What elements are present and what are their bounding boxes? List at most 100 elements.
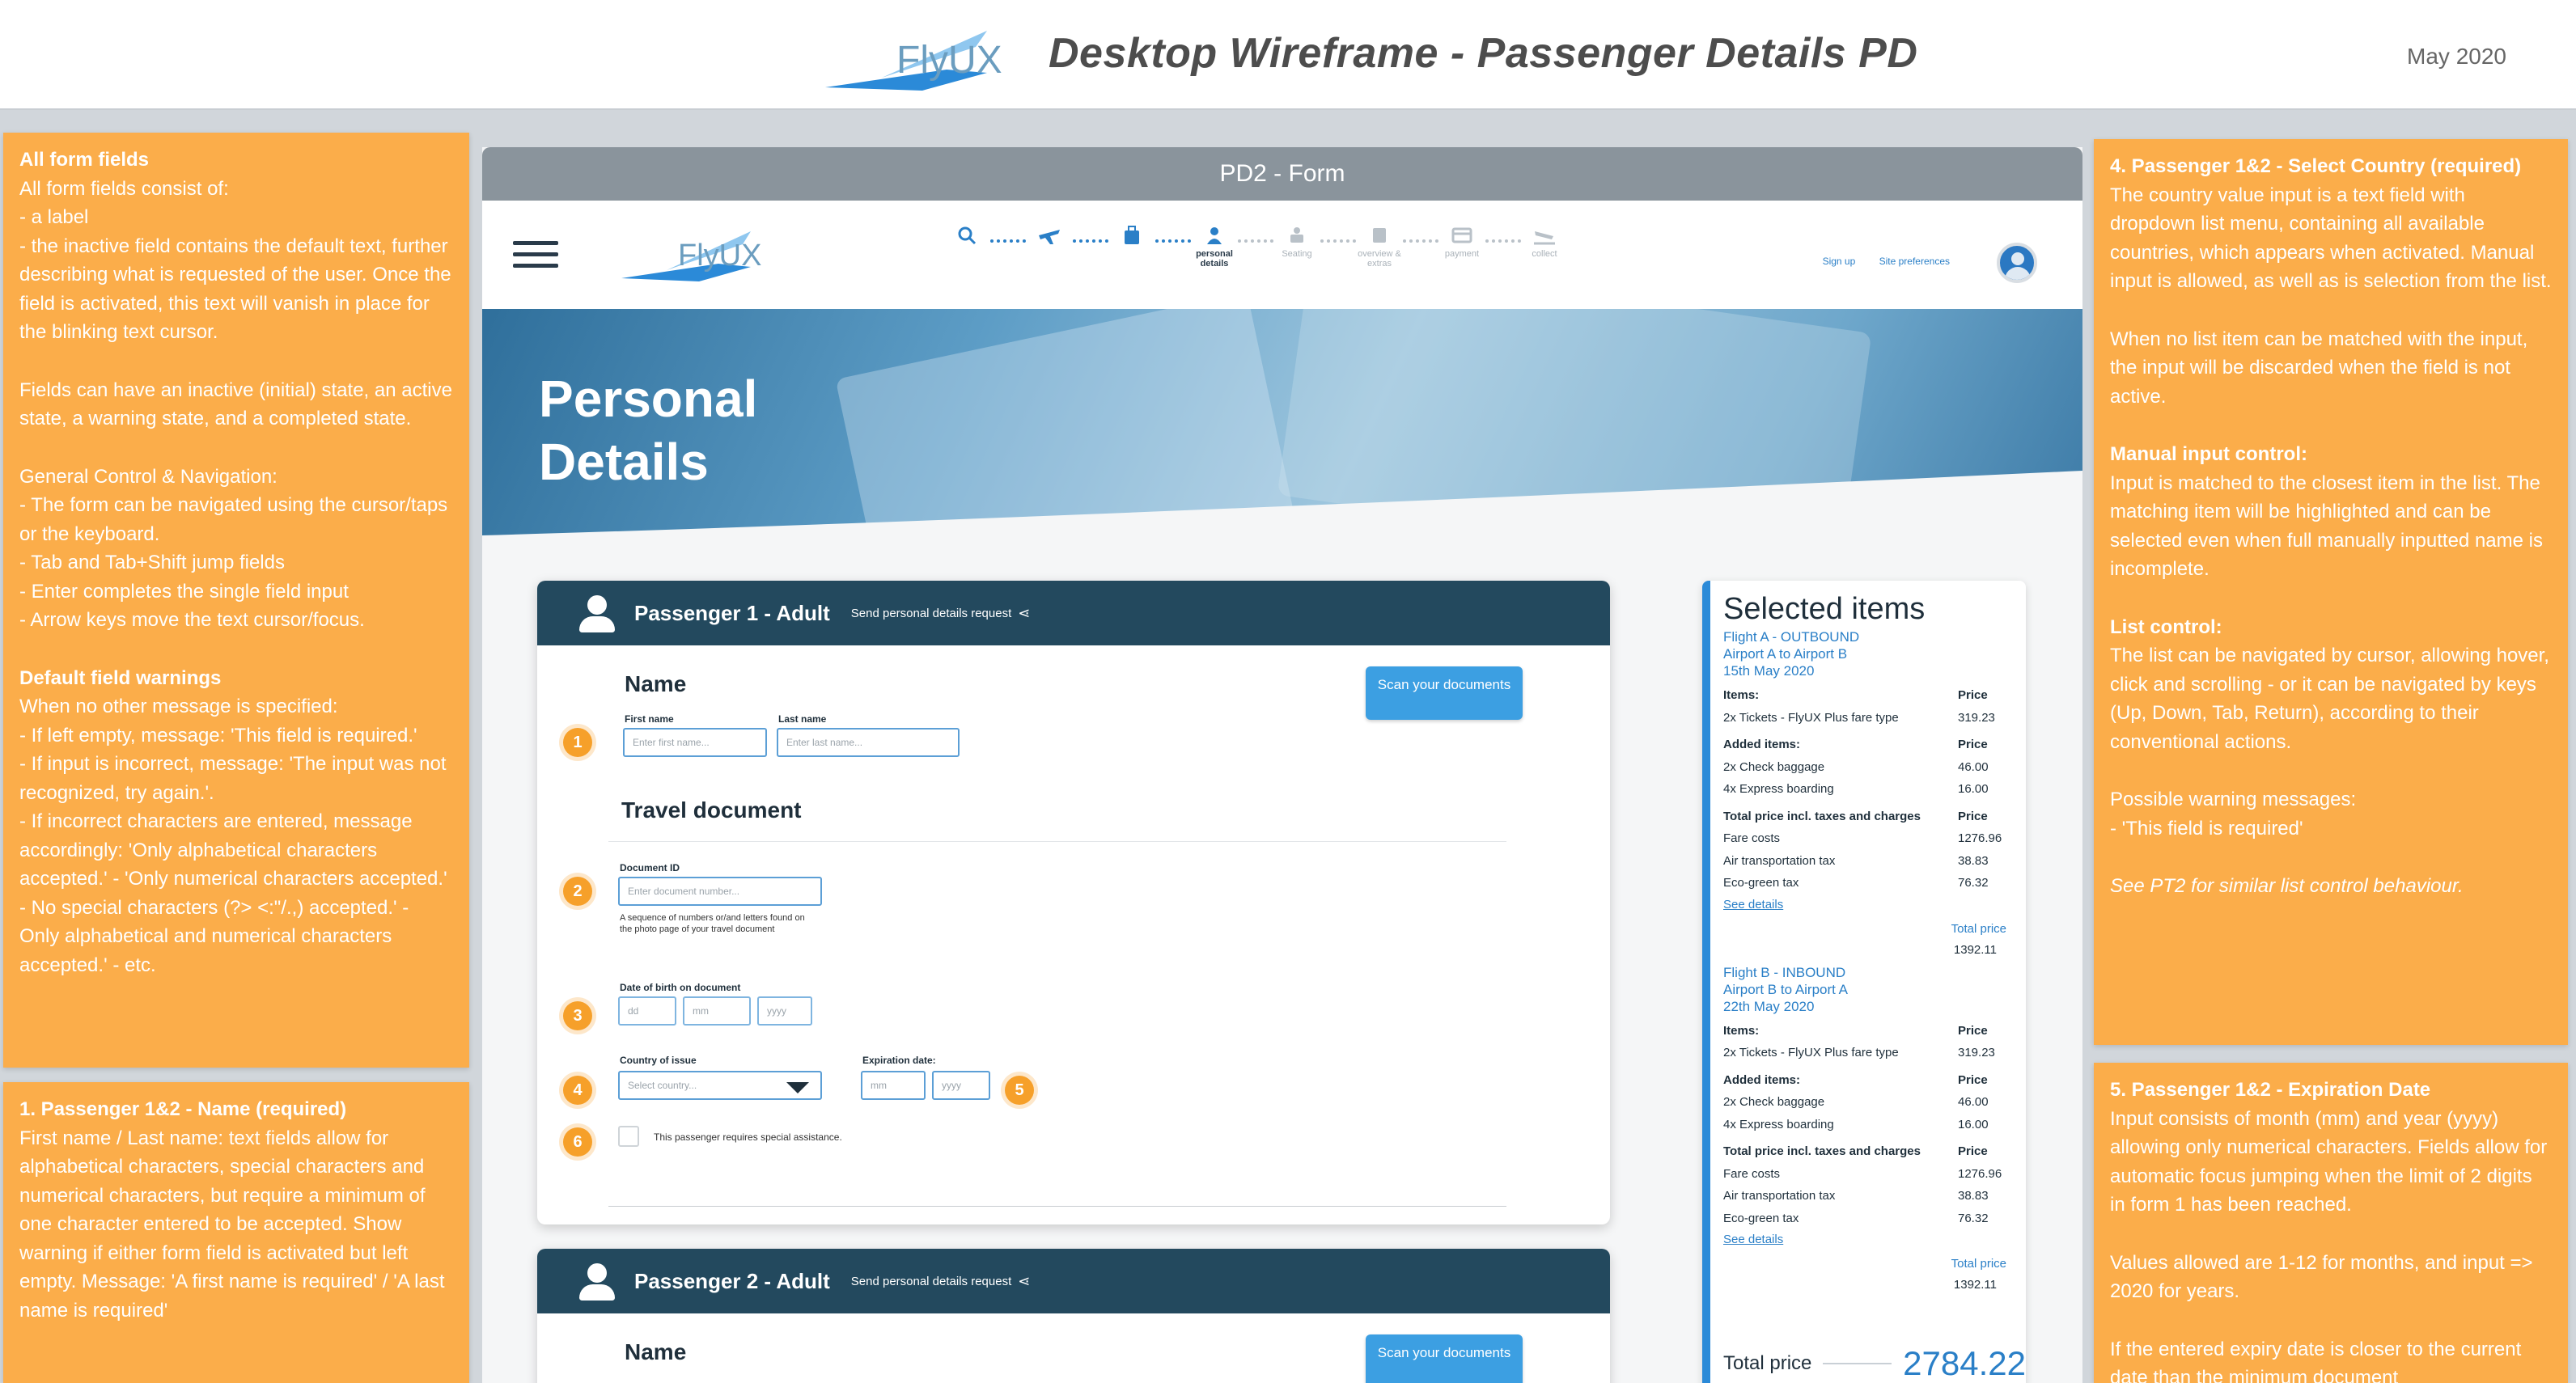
- sign-up-link[interactable]: Sign up: [1823, 256, 1856, 267]
- total-label: Total price incl. taxes and charges: [1723, 1144, 1921, 1158]
- note-text: Possible warning messages: - 'This field…: [2110, 789, 2357, 840]
- note-passenger-name: 1. Passenger 1&2 - Name (required) First…: [3, 1082, 469, 1383]
- step-personal-details[interactable]: personal details: [1191, 225, 1238, 269]
- item-price: 1276.96: [1958, 1166, 2002, 1181]
- subtotal-value: 1392.11: [1953, 1278, 1997, 1292]
- document-id-label: Document ID: [620, 862, 680, 873]
- first-name-input[interactable]: Enter first name...: [623, 728, 767, 757]
- country-placeholder: Select country...: [628, 1080, 697, 1091]
- divider: [1823, 1363, 1892, 1364]
- expiration-year-input[interactable]: yyyy: [932, 1071, 990, 1100]
- annotation-badge-3: 3: [563, 1001, 592, 1030]
- step-overview[interactable]: overview & extras: [1356, 225, 1403, 269]
- passenger-title: Passenger 1 - Adult: [634, 600, 830, 625]
- step-flight[interactable]: [1026, 225, 1073, 246]
- item-name: Fare costs: [1723, 831, 1781, 845]
- flight-summary-outbound: Flight A - OUTBOUND Airport A to Airport…: [1723, 628, 2010, 961]
- see-details-link[interactable]: See details: [1723, 895, 2010, 916]
- annotation-badge-2: 2: [563, 877, 592, 906]
- note-text: General Control & Navigation: - The form…: [19, 465, 448, 632]
- step-label: personal details: [1196, 249, 1233, 269]
- country-select[interactable]: Select country...: [618, 1071, 822, 1100]
- last-name-label: Last name: [778, 713, 827, 725]
- step-label: Seating: [1282, 249, 1312, 259]
- item-name: Air transportation tax: [1723, 853, 1836, 868]
- send-details-request-link[interactable]: Send personal details request: [851, 1275, 1011, 1288]
- item-name: Eco-green tax: [1723, 1211, 1799, 1225]
- step-luggage[interactable]: [1108, 225, 1155, 246]
- luggage-icon: [1125, 226, 1139, 244]
- flight-route: Airport A to Airport B: [1723, 646, 1848, 662]
- send-details-request-link[interactable]: Send personal details request: [851, 607, 1011, 620]
- item-price: 46.00: [1958, 1095, 1989, 1109]
- grand-total-label: Total price: [1723, 1352, 1812, 1374]
- scan-documents-button[interactable]: Scan your documents: [1366, 1334, 1523, 1383]
- flyux-logo: FlyUX: [825, 31, 1002, 91]
- dob-month-input[interactable]: mm: [683, 996, 751, 1026]
- note-select-country: 4. Passenger 1&2 - Select Country (requi…: [2094, 139, 2568, 1045]
- note-heading: 1. Passenger 1&2 - Name (required): [19, 1098, 347, 1120]
- line-item: Eco-green tax 76.32: [1723, 872, 2010, 895]
- price-label: Price: [1958, 1144, 1988, 1158]
- card-icon: [1451, 227, 1472, 243]
- item-price: 76.32: [1958, 1211, 1989, 1225]
- document-id-hint: A sequence of numbers or/and letters fou…: [620, 913, 805, 934]
- scan-documents-button[interactable]: Scan your documents: [1366, 666, 1523, 720]
- share-icon[interactable]: ⋖: [1018, 605, 1030, 622]
- user-avatar-icon[interactable]: [1997, 243, 2037, 283]
- dob-day-input[interactable]: dd: [618, 996, 676, 1026]
- step-collect[interactable]: collect: [1521, 225, 1568, 259]
- item-price: 319.23: [1958, 710, 1995, 725]
- note-heading: 5. Passenger 1&2 - Expiration Date: [2110, 1079, 2431, 1101]
- line-item: 4x Express boarding 16.00: [1723, 1114, 2010, 1136]
- note-all-form-fields: All form fields All form fields consist …: [3, 133, 469, 1068]
- line-item: 2x Tickets - FlyUX Plus fare type 319.23: [1723, 1042, 2010, 1064]
- items-label: Items:: [1723, 1023, 1760, 1038]
- document-id-input[interactable]: Enter document number...: [618, 877, 822, 906]
- progress-dots: [1073, 239, 1108, 243]
- hamburger-menu-icon[interactable]: [513, 241, 558, 269]
- annotation-badge-4: 4: [563, 1076, 592, 1105]
- flight-date: 15th May 2020: [1723, 663, 1815, 679]
- brand-text: FlyUX: [896, 39, 1002, 82]
- items-label: Items:: [1723, 688, 1760, 702]
- search-icon: [958, 226, 977, 245]
- special-assistance-label: This passenger requires special assistan…: [654, 1131, 842, 1143]
- annotation-badge-6: 6: [563, 1127, 592, 1157]
- line-item: 2x Check baggage 46.00: [1723, 756, 2010, 779]
- line-item: 4x Express boarding 16.00: [1723, 778, 2010, 801]
- dob-year-input[interactable]: yyyy: [757, 996, 812, 1026]
- item-name: 2x Tickets - FlyUX Plus fare type: [1723, 710, 1899, 725]
- price-label: Price: [1958, 809, 1988, 823]
- note-heading: 4. Passenger 1&2 - Select Country (requi…: [2110, 155, 2522, 177]
- note-heading: Default field warnings: [19, 666, 222, 689]
- chevron-down-icon: [786, 1082, 809, 1093]
- note-text: All form fields consist of: - a label - …: [19, 177, 451, 344]
- expiration-month-input[interactable]: mm: [861, 1071, 926, 1100]
- step-label: overview & extras: [1358, 249, 1401, 269]
- expiration-date-label: Expiration date:: [862, 1055, 936, 1066]
- travel-document-title: Travel document: [621, 797, 802, 823]
- progress-dots: [1155, 239, 1191, 243]
- price-label: Price: [1958, 738, 1988, 751]
- line-item: 2x Tickets - FlyUX Plus fare type 319.23: [1723, 707, 2010, 730]
- wireframe-frame: PD2 - Form FlyUX personal details Seatin…: [482, 147, 2082, 1383]
- country-of-issue-label: Country of issue: [620, 1055, 697, 1066]
- site-preferences-link[interactable]: Site preferences: [1879, 256, 1950, 267]
- grand-total: Total price 2784.22: [1723, 1338, 2026, 1383]
- passenger-card-header: Passenger 2 - Adult Send personal detail…: [537, 1249, 1610, 1313]
- flyux-logo[interactable]: FlyUX: [621, 226, 767, 283]
- flight-info: Flight B - INBOUND Airport B to Airport …: [1723, 964, 2010, 1015]
- share-icon[interactable]: ⋖: [1018, 1273, 1030, 1290]
- items-header: Items: Price: [1723, 684, 2010, 707]
- see-details-link[interactable]: See details: [1723, 1229, 2010, 1250]
- step-seating[interactable]: Seating: [1273, 225, 1320, 259]
- page-title-line: Personal: [539, 370, 758, 428]
- total-header: Total price incl. taxes and charges Price: [1723, 806, 2010, 828]
- items-header: Items: Price: [1723, 1020, 2010, 1043]
- special-assistance-checkbox[interactable]: [618, 1126, 639, 1147]
- step-search[interactable]: [943, 225, 990, 246]
- step-payment[interactable]: payment: [1438, 225, 1485, 259]
- last-name-input[interactable]: Enter last name...: [777, 728, 960, 757]
- subtotal-label: Total price: [1951, 1257, 2006, 1271]
